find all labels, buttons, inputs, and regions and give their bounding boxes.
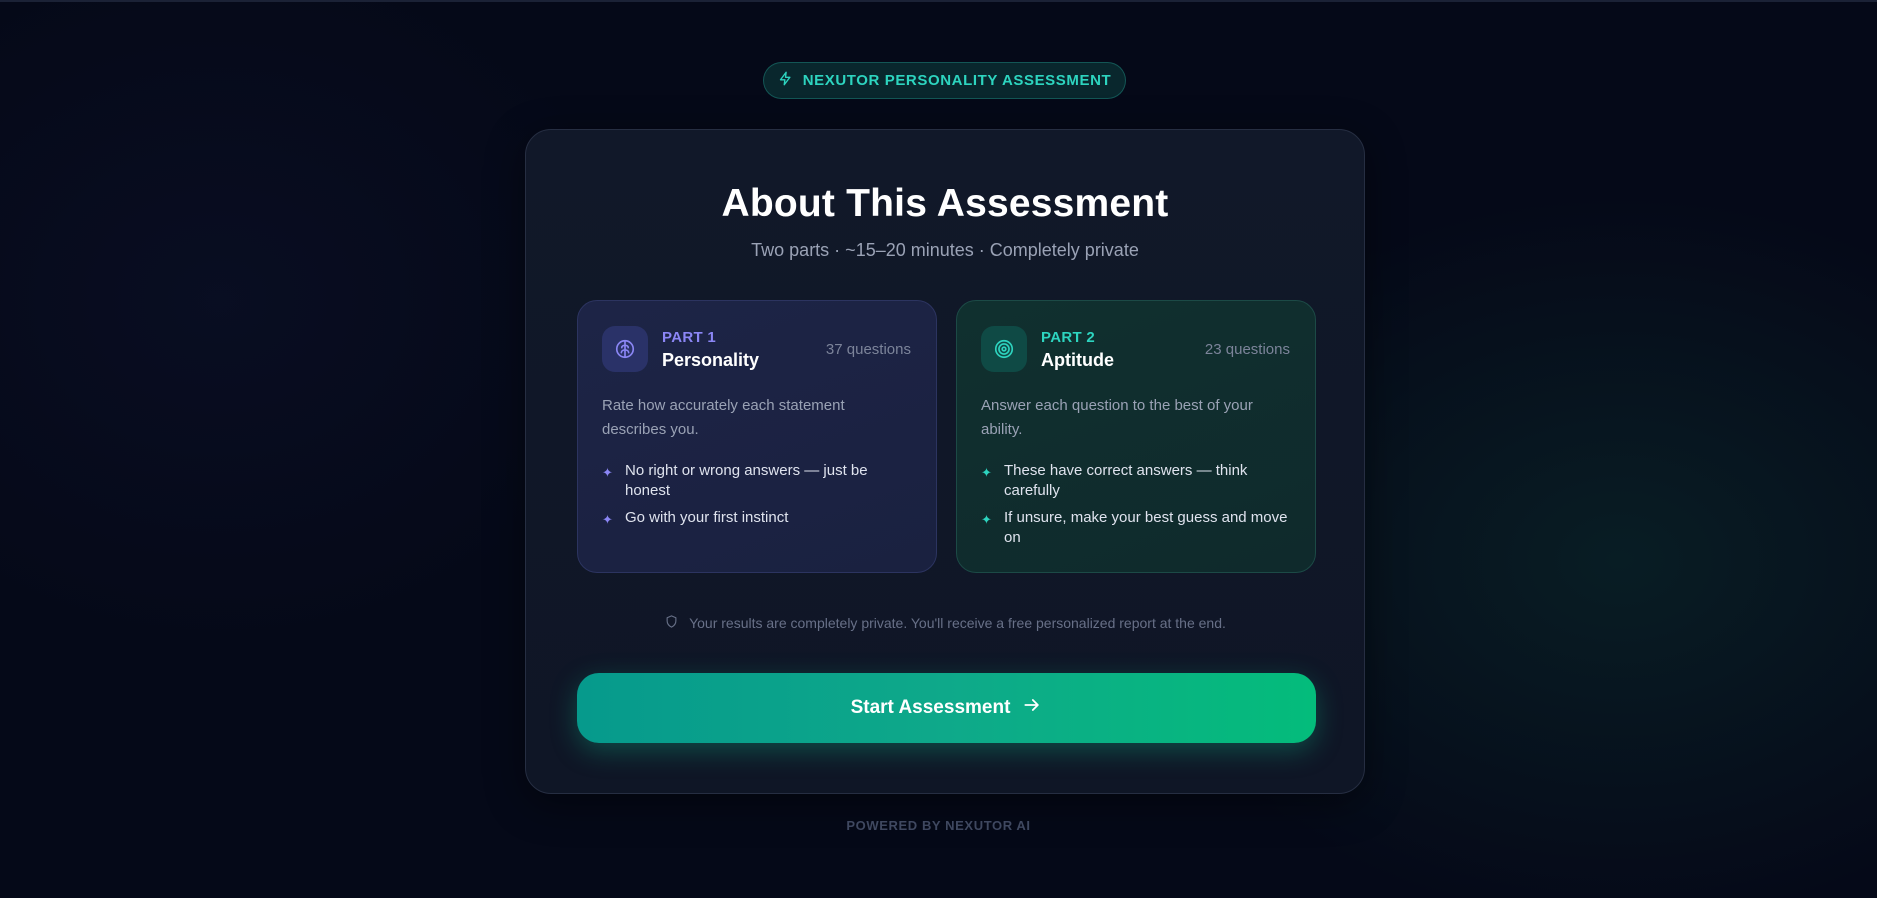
part-1-bullets: ✦ No right or wrong answers — just be ho… xyxy=(602,461,912,537)
part-1-tag: PART 1 xyxy=(662,329,717,346)
part-1-description: Rate how accurately each statement descr… xyxy=(602,397,845,438)
brain-icon xyxy=(602,326,648,372)
page-subtitle: Two parts · ~15–20 minutes · Completely … xyxy=(751,240,1139,260)
assessment-card: About This Assessment Two parts · ~15–20… xyxy=(525,129,1365,794)
part-2-tag: PART 2 xyxy=(1041,329,1096,346)
list-item: ✦ Go with your first instinct xyxy=(602,508,912,530)
top-divider xyxy=(0,0,1877,2)
bullet-text: Go with your first instinct xyxy=(625,509,789,526)
part-2-bullets: ✦ These have correct answers — think car… xyxy=(981,461,1291,555)
sparkle-icon: ✦ xyxy=(981,512,992,527)
start-assessment-button[interactable]: Start Assessment xyxy=(577,673,1316,743)
bullet-text: These have correct answers — think caref… xyxy=(1004,462,1248,499)
sparkle-icon: ✦ xyxy=(981,465,992,480)
bullet-text: No right or wrong answers — just be hone… xyxy=(625,462,868,499)
list-item: ✦ No right or wrong answers — just be ho… xyxy=(602,461,912,501)
part-2-card: PART 2 Aptitude 23 questions Answer each… xyxy=(956,300,1316,573)
list-item: ✦ If unsure, make your best guess and mo… xyxy=(981,508,1291,548)
privacy-note: Your results are completely private. You… xyxy=(526,614,1364,632)
part-1-question-count: 37 questions xyxy=(825,341,911,358)
privacy-text: Your results are completely private. You… xyxy=(689,615,1226,631)
badge-label: NEXUTOR PERSONALITY ASSESSMENT xyxy=(802,72,1112,89)
shield-icon xyxy=(664,614,679,632)
part-1-name: Personality xyxy=(662,350,760,370)
target-icon xyxy=(981,326,1027,372)
part-2-question-count: 23 questions xyxy=(1204,341,1290,358)
bolt-icon xyxy=(778,71,793,90)
arrow-right-icon xyxy=(1022,695,1042,721)
list-item: ✦ These have correct answers — think car… xyxy=(981,461,1291,501)
sparkle-icon: ✦ xyxy=(602,512,613,527)
start-button-label: Start Assessment xyxy=(850,697,1011,718)
page-title: About This Assessment xyxy=(721,182,1169,225)
part-2-name: Aptitude xyxy=(1041,350,1114,370)
bullet-text: If unsure, make your best guess and move… xyxy=(1004,509,1288,546)
powered-by-footer: POWERED BY NEXUTOR AI xyxy=(846,818,1031,833)
part-1-card: PART 1 Personality 37 questions Rate how… xyxy=(577,300,937,573)
part-2-description: Answer each question to the best of your… xyxy=(981,397,1253,438)
sparkle-icon: ✦ xyxy=(602,465,613,480)
assessment-badge: NEXUTOR PERSONALITY ASSESSMENT xyxy=(763,62,1126,99)
